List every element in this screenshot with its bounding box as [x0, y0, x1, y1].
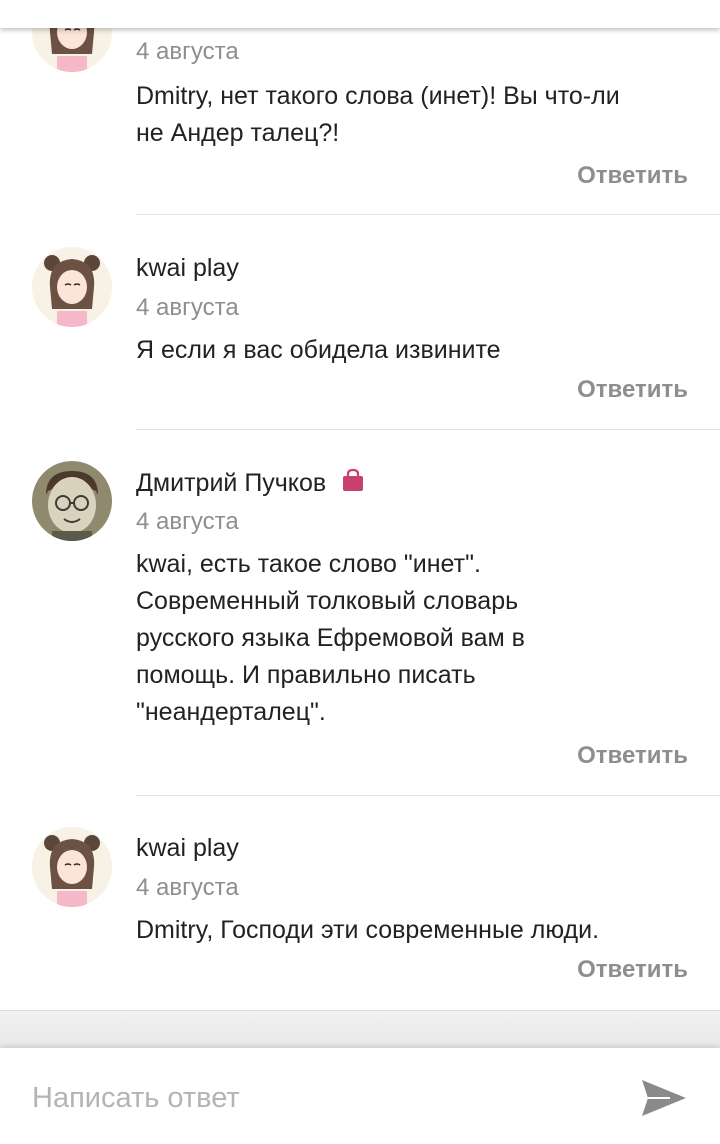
avatar[interactable] [32, 247, 112, 327]
author-name[interactable]: kwai play [136, 834, 239, 863]
reply-input[interactable] [32, 1076, 612, 1120]
comment-text-line: Современный толковый словарь [136, 587, 519, 615]
reply-button[interactable]: Ответить [577, 162, 688, 190]
reply-composer [0, 1048, 720, 1144]
comment-text-line: русского языка Ефремовой вам в [136, 624, 525, 652]
girl-avatar-icon [32, 827, 112, 907]
divider [136, 429, 720, 430]
reply-button[interactable]: Ответить [577, 376, 688, 404]
author-name[interactable]: kwai play [136, 254, 239, 283]
comment-date: 4 августа [136, 874, 239, 901]
comment-text-line: "неандерталец". [136, 698, 326, 726]
comment-date: 4 августа [136, 294, 239, 321]
avatar[interactable] [32, 461, 112, 541]
comment-author[interactable]: Дмитрий Пучков [136, 468, 364, 499]
divider [136, 214, 720, 215]
divider [136, 795, 720, 796]
comment-author[interactable]: kwai play [136, 834, 239, 863]
comment-text: kwai, есть такое слово "инет". Современн… [136, 546, 696, 731]
comment-text: Я если я вас обидела извините [136, 332, 696, 369]
comment-text-line: Я если я вас обидела извините [136, 336, 501, 364]
comment-date: 4 августа [136, 38, 239, 65]
comment-text-line: Dmitry, Господи эти современные люди. [136, 916, 600, 944]
comment-author[interactable]: kwai play [136, 254, 239, 283]
reply-button[interactable]: Ответить [577, 742, 688, 770]
comment-text: Dmitry, Господи эти современные люди. [136, 912, 696, 949]
man-avatar-icon [32, 461, 112, 541]
comment-text-line: Dmitry, нет такого слова (инет)! Вы что-… [136, 82, 620, 110]
shopping-bag-icon [342, 468, 364, 499]
footer-separator [0, 1010, 720, 1050]
send-icon [642, 1080, 686, 1116]
author-name[interactable]: Дмитрий Пучков [136, 469, 326, 498]
comment-text-line: помощь. И правильно писать [136, 661, 476, 689]
girl-avatar-icon [32, 247, 112, 327]
comment-text-line: kwai, есть такое слово "инет". [136, 550, 481, 578]
send-button[interactable] [640, 1076, 688, 1120]
reply-button[interactable]: Ответить [577, 956, 688, 984]
comment-text-line: не Андер талец?! [136, 119, 340, 147]
avatar[interactable] [32, 827, 112, 907]
comment-date: 4 августа [136, 508, 239, 535]
comment-text: Dmitry, нет такого слова (инет)! Вы что-… [136, 78, 696, 152]
top-bar [0, 0, 720, 28]
